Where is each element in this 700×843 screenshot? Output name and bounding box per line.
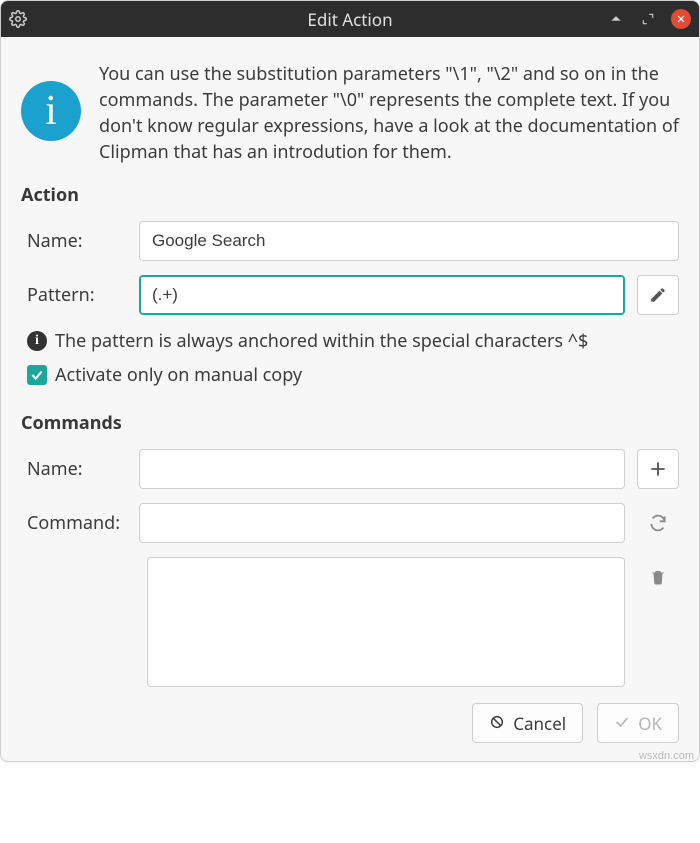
intro-section: i You can use the substitution parameter… [21, 61, 679, 165]
action-name-row: Name: [21, 221, 679, 261]
manual-copy-label: Activate only on manual copy [55, 363, 302, 387]
dialog-content: i You can use the substitution parameter… [1, 37, 699, 761]
delete-command-button[interactable] [637, 557, 679, 597]
command-value-row: Command: [21, 503, 679, 543]
cancel-icon [489, 714, 505, 733]
action-name-input[interactable] [139, 221, 679, 261]
action-pattern-input[interactable] [139, 275, 625, 315]
command-value-label: Command: [27, 511, 127, 535]
edit-action-dialog: Edit Action i You can use the substituti… [0, 0, 700, 762]
refresh-command-button[interactable] [637, 503, 679, 543]
ok-label: OK [638, 712, 662, 735]
gear-icon[interactable] [9, 10, 27, 28]
info-icon: i [21, 81, 81, 141]
titlebar: Edit Action [1, 1, 699, 37]
command-name-label: Name: [27, 457, 127, 481]
command-list-row [21, 557, 679, 687]
edit-pattern-button[interactable] [637, 275, 679, 315]
window-maximize-icon[interactable] [639, 10, 657, 28]
dialog-buttons: Cancel OK [21, 693, 679, 743]
ok-button[interactable]: OK [597, 703, 679, 743]
pattern-note: i The pattern is always anchored within … [21, 329, 679, 353]
action-heading: Action [21, 183, 679, 207]
info-small-icon: i [27, 331, 47, 351]
close-icon[interactable] [671, 9, 691, 29]
add-command-button[interactable] [637, 449, 679, 489]
intro-text: You can use the substitution parameters … [99, 61, 679, 165]
manual-copy-row[interactable]: Activate only on manual copy [21, 363, 679, 387]
command-name-row: Name: [21, 449, 679, 489]
manual-copy-checkbox[interactable] [27, 365, 47, 385]
window-title: Edit Action [1, 8, 699, 31]
commands-heading: Commands [21, 411, 679, 435]
command-value-input[interactable] [139, 503, 625, 543]
action-pattern-label: Pattern: [27, 283, 127, 307]
ok-icon [614, 714, 630, 733]
action-name-label: Name: [27, 229, 127, 253]
watermark: wsxdn.com [639, 750, 694, 762]
pattern-note-text: The pattern is always anchored within th… [55, 329, 588, 353]
command-name-input[interactable] [139, 449, 625, 489]
command-list[interactable] [147, 557, 625, 687]
window-up-icon[interactable] [607, 10, 625, 28]
cancel-button[interactable]: Cancel [472, 703, 583, 743]
cancel-label: Cancel [513, 712, 566, 735]
action-pattern-row: Pattern: [21, 275, 679, 315]
